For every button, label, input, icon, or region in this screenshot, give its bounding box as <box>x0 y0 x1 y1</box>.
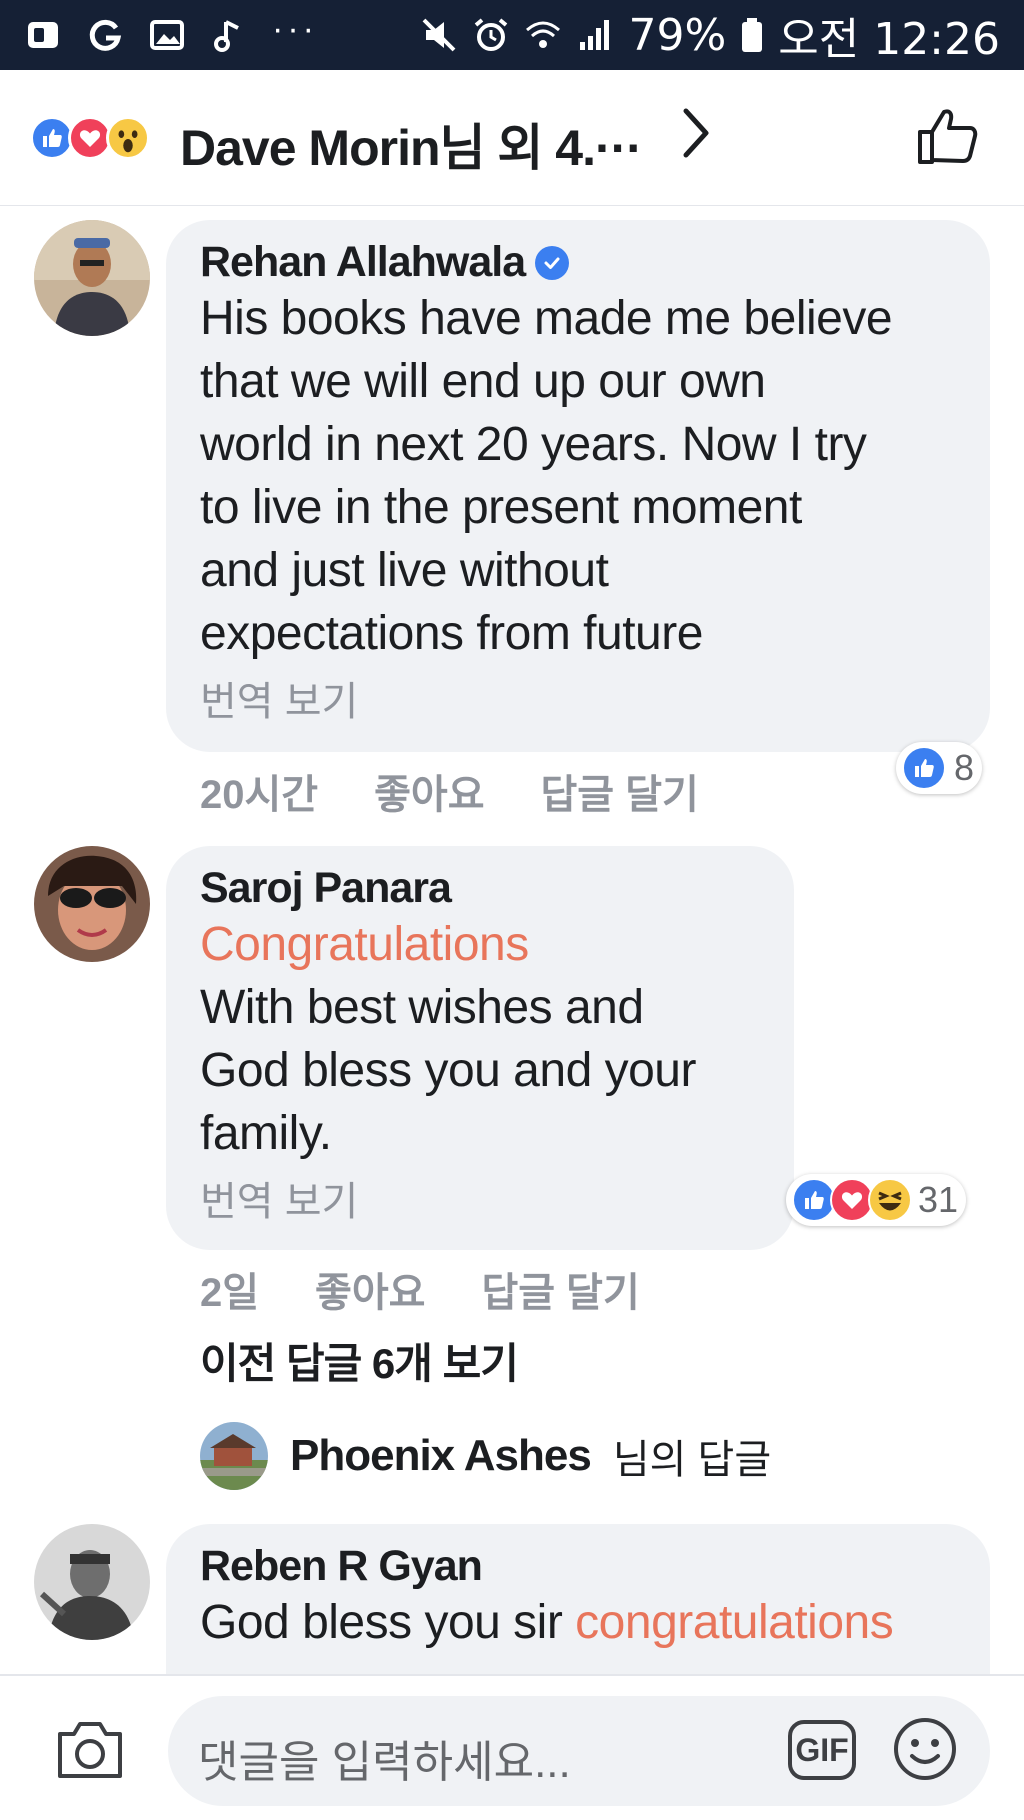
comment-input-placeholder[interactable]: 댓글을 입력하세요... <box>198 1726 571 1790</box>
wow-reaction-icon <box>106 116 150 160</box>
wifi-icon <box>526 21 561 48</box>
verified-badge-icon <box>535 245 570 280</box>
comment-text: God bless you sir congratulations <box>200 1596 894 1649</box>
chevron-right-icon[interactable] <box>676 105 716 161</box>
congratulations-highlight: Congratulations <box>200 918 529 971</box>
mute-icon <box>423 18 456 52</box>
comment-author[interactable]: Reben R Gyan <box>200 1542 960 1591</box>
like-button[interactable]: 좋아요 <box>374 762 484 820</box>
comment-bubble-saroj[interactable]: Saroj Panara Congratulations With best w… <box>166 846 794 1250</box>
comment-reaction-count[interactable]: 31 <box>786 1174 967 1226</box>
comment-author[interactable]: Rehan Allahwala <box>200 238 960 287</box>
see-translation-link[interactable]: 번역 보기 <box>200 669 960 727</box>
music-note-icon <box>214 20 239 52</box>
camera-icon[interactable] <box>54 1718 126 1782</box>
gif-button[interactable]: GIF <box>788 1720 856 1780</box>
comment-composer: 댓글을 입력하세요... GIF <box>0 1674 1024 1820</box>
avatar-reben[interactable] <box>34 1524 150 1640</box>
author-name[interactable]: Rehan Allahwala <box>200 238 526 287</box>
reactors-summary[interactable]: Dave Morin님 외 4.··· <box>180 108 643 180</box>
status-bar: ··· 79% 오전 12:26 <box>0 0 1024 70</box>
haha-reaction-icon <box>868 1178 912 1222</box>
comment-bubble-rehan[interactable]: Rehan Allahwala His books have made me b… <box>166 220 990 752</box>
clock: 오전 12:26 <box>778 14 1000 65</box>
emoji-icon[interactable] <box>892 1716 958 1782</box>
more-notifications: ··· <box>272 9 318 48</box>
comment-actions: 2일 좋아요 답글 달기 <box>200 1260 640 1318</box>
reply-button[interactable]: 답글 달기 <box>481 1260 639 1318</box>
like-button[interactable]: 좋아요 <box>315 1260 425 1318</box>
battery-percentage: 79% <box>628 9 727 61</box>
comment-text: His books have made me believe that we w… <box>200 292 893 660</box>
comment-actions: 20시간 좋아요 답글 달기 <box>200 762 699 820</box>
header-reactions[interactable] <box>30 110 150 166</box>
signal-icon <box>580 20 610 50</box>
congratulations-highlight: congratulations <box>575 1596 894 1649</box>
avatar-rehan[interactable] <box>34 220 150 336</box>
reply-suffix: 님의 답글 <box>612 1438 772 1482</box>
comment-timestamp[interactable]: 20시간 <box>200 762 318 820</box>
g-refresh-icon <box>89 19 122 51</box>
author-name[interactable]: Reben R Gyan <box>200 1542 483 1591</box>
comment-text: Congratulations With best wishes and God… <box>200 913 764 1165</box>
avatar-phoenix <box>200 1422 268 1490</box>
author-name[interactable]: Saroj Panara <box>200 864 452 913</box>
comment-reaction-count[interactable]: 8 <box>896 742 983 794</box>
like-thumb-icon[interactable] <box>916 104 980 168</box>
view-previous-replies[interactable]: 이전 답글 6개 보기 <box>200 1330 519 1391</box>
see-translation-link[interactable]: 번역 보기 <box>200 1169 764 1227</box>
like-reaction-icon <box>902 746 946 790</box>
avatar-saroj[interactable] <box>34 846 150 962</box>
comment-input[interactable]: 댓글을 입력하세요... GIF <box>168 1696 990 1806</box>
comment-timestamp[interactable]: 2일 <box>200 1260 259 1318</box>
office-icon <box>28 22 58 48</box>
reply-author-name: Phoenix Ashes <box>290 1431 592 1480</box>
gallery-icon <box>150 20 184 50</box>
battery-icon <box>742 18 763 52</box>
reply-button[interactable]: 답글 달기 <box>541 762 699 820</box>
alarm-icon <box>475 18 508 51</box>
comment-author[interactable]: Saroj Panara <box>200 864 764 913</box>
reply-preview[interactable]: Phoenix Ashes 님의 답글 <box>200 1422 771 1490</box>
